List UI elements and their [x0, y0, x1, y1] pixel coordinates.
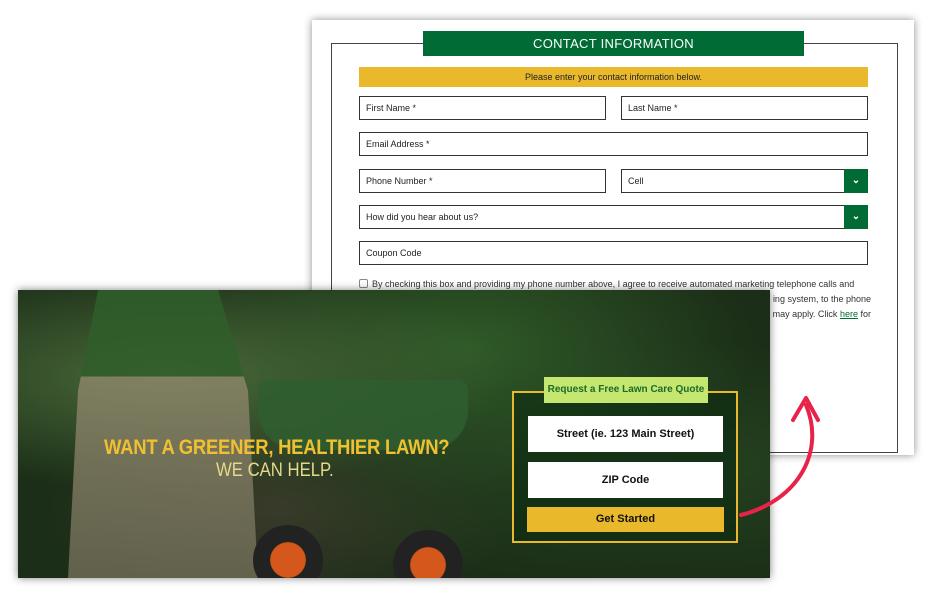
- arrow-icon: [739, 396, 820, 517]
